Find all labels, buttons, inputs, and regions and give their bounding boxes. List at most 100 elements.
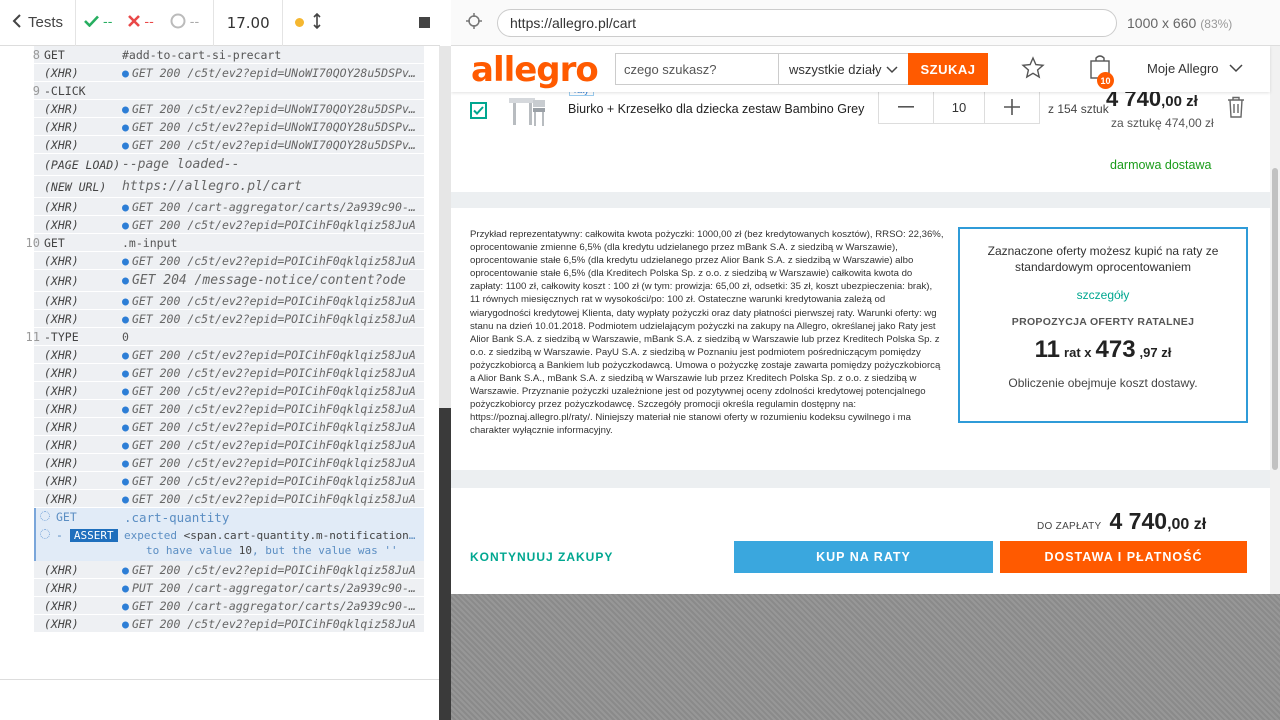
buy-installments-button[interactable]: KUP NA RATY [734, 541, 993, 573]
status-dot-icon: ● [122, 562, 129, 577]
product-name[interactable]: Biurko + Krzesełko dla dziecka zestaw Ba… [568, 102, 864, 116]
command-row[interactable]: (XHR) ● GET 200 /c5t/ev2?epid=POICihF0qklq… [34, 400, 424, 418]
command-row[interactable]: (XHR) ● GET 200 /c5t/ev2?epid=POICihF0qklq… [34, 454, 424, 472]
command-message: ● GET 200 /c5t/ev2?epid=UNoWI70QOY28u5DSP… [122, 102, 424, 116]
command-row[interactable]: (XHR) ● GET 200 /c5t/ev2?epid=POICihF0qklq… [34, 561, 424, 579]
product-thumbnail[interactable] [503, 92, 551, 134]
command-message: ● GET 200 /c5t/ev2?epid=POICihF0qklqiz58J… [122, 348, 424, 362]
site-scrollbar[interactable] [1270, 46, 1280, 594]
allegro-logo[interactable]: allegro [471, 50, 599, 90]
command-row[interactable]: (NEW URL) https://allegro.pl/cart [34, 176, 424, 198]
command-row[interactable]: (XHR) ● GET 200 /c5t/ev2?epid=UNoWI70QOY28… [34, 118, 424, 136]
installment-cents: ,97 zł [1139, 345, 1172, 360]
command-number: 10 [25, 235, 40, 250]
request-text: GET 200 /c5t/ev2?epid=POICihF0qklqiz58Ju… [131, 473, 416, 488]
command-message: ● GET 200 /c5t/ev2?epid=POICihF0qklqiz58J… [122, 294, 424, 308]
command-row[interactable]: 10 GET .m-input [26, 234, 424, 252]
command-name: (XHR) [44, 455, 79, 470]
aut-toolbar: https://allegro.pl/cart 1000 x 660 (83%) [451, 0, 1280, 46]
tests-button[interactable]: Tests [0, 0, 77, 46]
department-label: wszystkie działy [789, 61, 882, 77]
failed-command-block[interactable]: GET .cart-quantity - ASSERT expected <span.… [34, 508, 424, 561]
command-row[interactable]: (XHR) ● GET 200 /c5t/ev2?epid=POICihF0qklq… [34, 490, 424, 508]
item-checkbox[interactable] [470, 102, 487, 119]
total-to-pay: DO ZAPŁATY 4 740,00 zł [1037, 508, 1206, 535]
command-row[interactable]: (XHR) ● GET 200 /c5t/ev2?epid=POICihF0qklq… [34, 472, 424, 490]
command-row[interactable]: (XHR) ● GET 200 /c5t/ev2?epid=POICihF0qklq… [34, 418, 424, 436]
command-row[interactable]: (XHR) ● GET 200 /c5t/ev2?epid=UNoWI70QOY28… [34, 64, 424, 82]
command-row[interactable]: 9 -CLICK [33, 82, 424, 100]
remove-item-button[interactable] [1227, 96, 1245, 123]
command-row[interactable]: (PAGE LOAD) --page loaded-- [34, 154, 424, 176]
details-link[interactable]: szczegóły [960, 288, 1246, 302]
quantity-input[interactable]: 10 [933, 91, 985, 123]
installment-note: Obliczenie obejmuje koszt dostawy. [1008, 376, 1198, 390]
command-row[interactable]: (XHR) ● GET 200 /c5t/ev2?epid=POICihF0qklq… [34, 436, 424, 454]
pending-stat: -- [162, 13, 207, 33]
department-select[interactable]: wszystkie działy [778, 53, 909, 85]
command-row[interactable]: (XHR) ● GET 200 /c5t/ev2?epid=POICihF0qklq… [34, 615, 424, 633]
site-scrollbar-thumb[interactable] [1272, 168, 1278, 470]
command-message: ● PUT 200 /cart-aggregator/carts/2a939c90… [122, 581, 424, 595]
site-frame: allegro czego szukasz? wszystkie działy … [451, 46, 1280, 594]
command-name: -CLICK [44, 83, 86, 98]
scroll-toggle-icon[interactable] [312, 12, 322, 33]
command-row[interactable]: (XHR) ● PUT 200 /cart-aggregator/carts/2a9… [34, 579, 424, 597]
account-menu[interactable]: Moje Allegro [1147, 61, 1243, 76]
continue-shopping-link[interactable]: KONTYNUUJ ZAKUPY [470, 550, 613, 564]
command-row[interactable]: (XHR) ● GET 200 /c5t/ev2?epid=POICihF0qklq… [34, 382, 424, 400]
command-row[interactable]: (XHR) ● GET 204 /message-notice/content?od… [34, 270, 424, 292]
chevron-down-icon [886, 62, 898, 77]
status-dot-icon: ● [122, 311, 129, 326]
command-name: (XHR) [44, 273, 79, 288]
command-row[interactable]: (XHR) ● GET 200 /cart-aggregator/carts/2a9… [34, 597, 424, 615]
command-row[interactable]: (XHR) ● GET 200 /c5t/ev2?epid=POICihF0qklq… [34, 216, 424, 234]
command-row[interactable]: (XHR) ● GET 200 /c5t/ev2?epid=POICihF0qklq… [34, 346, 424, 364]
status-dot-icon: ● [122, 401, 129, 416]
status-dot-icon: ● [122, 437, 129, 452]
reporter-header: Tests -- -- -- 17.00 [0, 0, 440, 46]
command-row[interactable]: 8 GET #add-to-cart-si-precart [33, 46, 424, 64]
installment-offer-box: Zaznaczone oferty możesz kupić na raty z… [958, 227, 1248, 423]
watchlist-star-icon[interactable] [1021, 56, 1045, 85]
search-button[interactable]: SZUKAJ [908, 53, 988, 85]
installment-title: PROPOZYCJA OFERTY RATALNEJ [1011, 316, 1195, 328]
command-message: .cart-quantity [124, 509, 230, 525]
url-bar[interactable]: https://allegro.pl/cart [497, 8, 1117, 37]
command-row[interactable]: 11 -TYPE 0 [26, 328, 424, 346]
run-controls [283, 12, 334, 33]
command-row[interactable]: (XHR) ● GET 200 /c5t/ev2?epid=POICihF0qklq… [34, 252, 424, 270]
command-message: --page loaded-- [122, 157, 240, 172]
checkout-button[interactable]: DOSTAWA I PŁATNOŚĆ [1000, 541, 1247, 573]
search-input[interactable]: czego szukasz? [615, 53, 779, 85]
command-row[interactable]: (XHR) ● GET 200 /cart-aggregator/carts/2a9… [34, 198, 424, 216]
command-row[interactable]: (XHR) ● GET 200 /c5t/ev2?epid=UNoWI70QOY28… [34, 100, 424, 118]
installment-x: rat x [1064, 345, 1092, 360]
section-divider [451, 192, 1270, 208]
status-dot-icon: ● [122, 455, 129, 470]
stop-icon [419, 14, 430, 32]
command-row[interactable]: (XHR) ● GET 200 /c5t/ev2?epid=POICihF0qklq… [34, 364, 424, 382]
assert-prefix-inline: expected <span.cart-quantity.m-notificat… [124, 529, 424, 542]
assert-prefix: expected [124, 528, 177, 542]
failed-stat: -- [120, 14, 161, 31]
status-dot-icon: ● [122, 616, 129, 631]
increase-button[interactable] [985, 91, 1039, 123]
installment-heading: Zaznaczone oferty możesz kupić na raty z… [987, 244, 1219, 274]
reporter-scrollbar[interactable] [439, 46, 451, 720]
command-row[interactable]: (XHR) ● GET 200 /c5t/ev2?epid=POICihF0qklq… [34, 292, 424, 310]
command-name: (XHR) [44, 65, 79, 80]
stop-button[interactable] [419, 14, 440, 32]
command-row[interactable]: GET .cart-quantity [36, 508, 424, 526]
command-row[interactable]: (XHR) ● GET 200 /c5t/ev2?epid=POICihF0qklq… [34, 310, 424, 328]
command-message: ● GET 200 /cart-aggregator/carts/2a939c90… [122, 200, 424, 214]
decrease-button[interactable] [879, 91, 933, 123]
command-name: (XHR) [44, 293, 79, 308]
scrollbar-thumb[interactable] [439, 408, 451, 720]
command-row[interactable]: - ASSERT expected <span.cart-quantity.m-n… [36, 526, 424, 544]
command-name: (XHR) [44, 473, 79, 488]
selector-playground-button[interactable] [451, 0, 497, 46]
request-text: GET 200 /c5t/ev2?epid=POICihF0qklqiz58Ju… [131, 293, 416, 308]
cart-button[interactable]: 10 [1089, 54, 1114, 89]
command-row[interactable]: (XHR) ● GET 200 /c5t/ev2?epid=UNoWI70QOY28… [34, 136, 424, 154]
